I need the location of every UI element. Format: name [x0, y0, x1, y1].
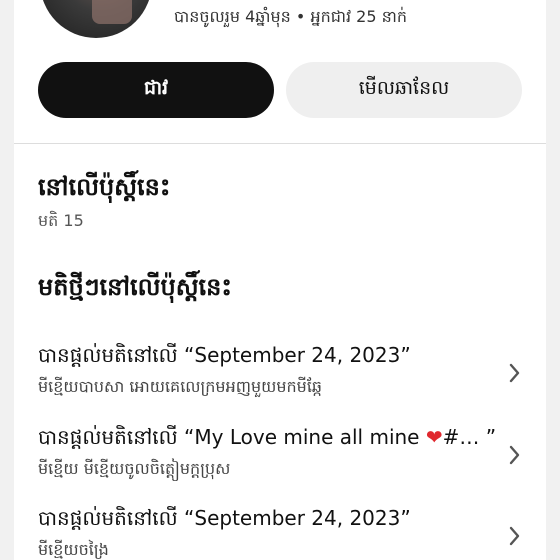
comment-row-text: មីខ្មើយចង្រៃ: [38, 540, 109, 559]
heart-icon: ❤: [425, 425, 443, 449]
view-channel-button[interactable]: មើលឆានែល: [286, 62, 522, 118]
subscribe-button[interactable]: ជាវ: [38, 62, 274, 118]
comment-row[interactable]: បានផ្ដល់មតិនៅលើ “September 24, 2023” មីខ…: [14, 342, 546, 414]
profile-meta: បានចូលរួម 4ឆ្នាំមុន • អ្នកជាវ 25 នាក់: [174, 7, 407, 26]
comments-count: មតិ 15: [38, 211, 84, 230]
channel-sheet: បានចូលរួម 4ឆ្នាំមុន • អ្នកជាវ 25 នាក់ ជា…: [14, 0, 546, 560]
comment-row-text: មីខ្មើយ មីខ្មើយចូលចិត្ដៀមក្ដប្រុស: [38, 459, 231, 478]
comment-row-post: “September 24, 2023”: [184, 506, 411, 530]
comment-row-prefix: បានផ្ដល់មតិនៅលើ: [38, 425, 185, 449]
comment-row-post: “My Love mine all mine: [184, 425, 426, 449]
chevron-right-icon: [509, 526, 520, 546]
comment-row-prefix: បានផ្ដល់មតិនៅលើ: [38, 343, 185, 367]
avatar-image: [92, 0, 132, 24]
comment-row-title: បានផ្ដល់មតិនៅលើ “September 24, 2023”: [38, 342, 411, 372]
comment-row-post: “September 24, 2023”: [184, 343, 411, 367]
chevron-right-icon: [509, 445, 520, 465]
comment-row-prefix: បានផ្ដល់មតិនៅលើ: [38, 506, 185, 530]
comment-row-text: មីខ្មើយបាបសា អោយគេលេក្រមអញមួយមកមីឆ្កែ: [38, 377, 323, 396]
on-post-heading: នៅលើប៉ុស្តិ៍នេះ: [38, 173, 171, 201]
divider: [14, 143, 546, 144]
comment-row-title: បានផ្ដល់មតិនៅលើ “My Love mine all mine ❤…: [38, 424, 496, 454]
avatar[interactable]: [40, 0, 152, 38]
comment-row[interactable]: បានផ្ដល់មតិនៅលើ “My Love mine all mine ❤…: [14, 424, 546, 496]
new-comments-heading: មតិថ្មីៗនៅលើប៉ុស្តិ៍នេះ: [38, 273, 232, 301]
comment-row-title: បានផ្ដល់មតិនៅលើ “September 24, 2023”: [38, 505, 411, 535]
chevron-right-icon: [509, 363, 520, 383]
comment-row[interactable]: បានផ្ដល់មតិនៅលើ “September 24, 2023” មីខ…: [14, 505, 546, 560]
comment-row-post-tail: #… ”: [442, 425, 497, 449]
